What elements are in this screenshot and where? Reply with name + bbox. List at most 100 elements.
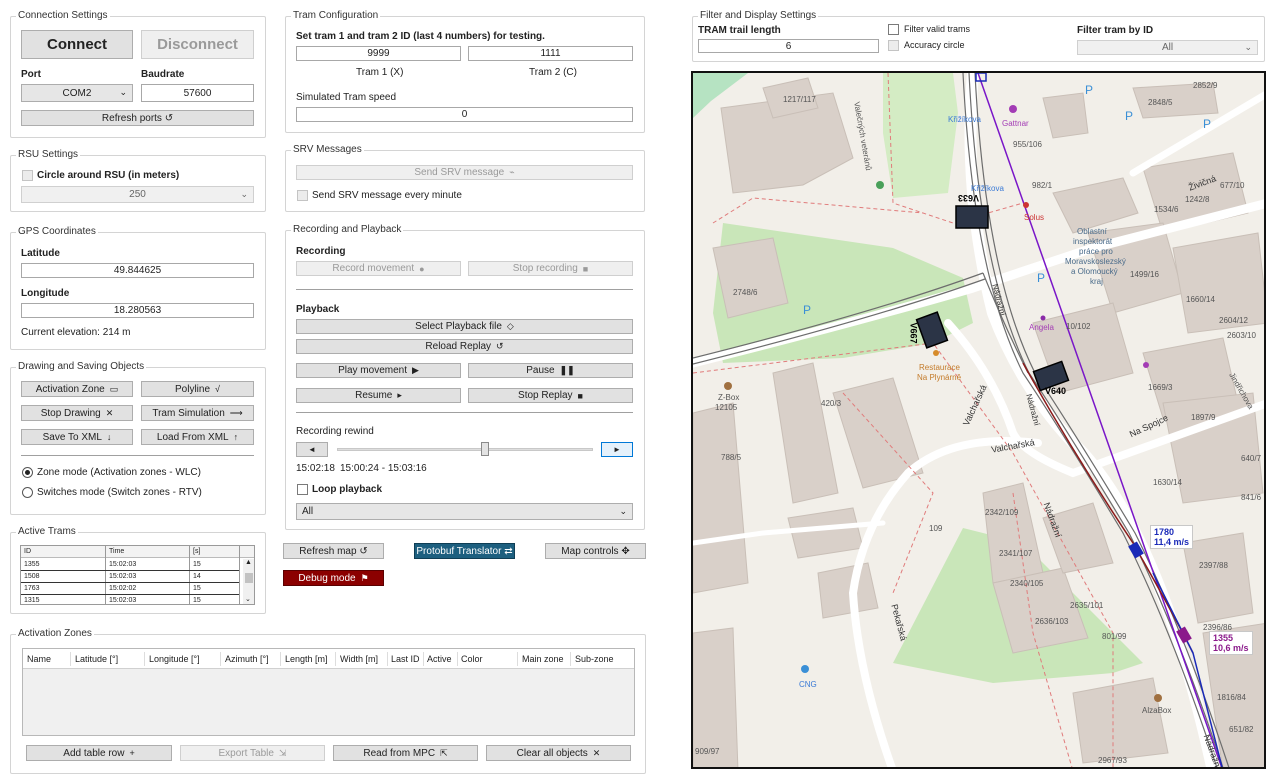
tram-label: V667	[908, 322, 919, 344]
column-header-id[interactable]: ID	[24, 548, 31, 555]
pause-button[interactable]: Pause ❚❚	[468, 363, 633, 378]
add-table-row-button[interactable]: Add table row +	[26, 745, 172, 761]
map-poi-icon	[1023, 202, 1029, 208]
column-header-time[interactable]: Time	[109, 548, 124, 555]
port-select[interactable]: COM2 ⌄	[21, 84, 133, 102]
pause-label: Pause	[526, 365, 555, 376]
tram-info-1780[interactable]: 1780 11,4 m/s	[1150, 525, 1194, 549]
scroll-up-icon[interactable]: ▲	[245, 559, 252, 566]
tram-config-instruction: Set tram 1 and tram 2 ID (last 4 numbers…	[296, 31, 545, 42]
recording-separator	[296, 289, 633, 290]
send-srv-button[interactable]: Send SRV message ⌁	[296, 165, 633, 180]
zone-mode-radio[interactable]	[22, 467, 33, 478]
map-canvas[interactable]	[693, 73, 1266, 769]
column-header-seconds[interactable]: [s]	[193, 548, 200, 555]
export-table-button[interactable]: Export Table ⇲	[180, 745, 325, 761]
reload-replay-button[interactable]: Reload Replay ↺	[296, 339, 633, 354]
column-divider	[280, 652, 281, 666]
trail-length-input[interactable]: 6	[698, 39, 879, 53]
latitude-input[interactable]: 49.844625	[21, 263, 254, 278]
table-row[interactable]: 1508 15:02:03 14	[21, 571, 239, 583]
rsu-circle-checkbox[interactable]	[22, 170, 33, 181]
loop-playback-label: Loop playback	[312, 484, 383, 495]
column-header-length[interactable]: Length [m]	[285, 654, 328, 664]
connect-button[interactable]: Connect	[21, 30, 133, 59]
longitude-input[interactable]: 18.280563	[21, 303, 254, 318]
tram2-id-input[interactable]: 1111	[468, 46, 633, 61]
arrow-down-icon: ↓	[106, 432, 112, 442]
scroll-down-icon[interactable]: ⌄	[245, 595, 251, 603]
filter-tram-id-select[interactable]: All ⌄	[1077, 40, 1258, 55]
activation-zone-button[interactable]: Activation Zone ▭	[21, 381, 133, 397]
column-divider	[570, 652, 571, 666]
rsu-settings-title: RSU Settings	[16, 149, 81, 160]
srv-every-minute-checkbox[interactable]	[297, 190, 308, 201]
gps-coordinates-title: GPS Coordinates	[16, 226, 98, 237]
rewind-forward-button[interactable]: ►	[601, 442, 633, 457]
table-row[interactable]: 1763 15:02:02 15	[21, 583, 239, 595]
tram-1780-speed: 11,4 m/s	[1154, 537, 1190, 547]
stop-square-icon: ■	[582, 263, 589, 274]
time-range-text: 15:00:24 - 15:03:16	[340, 463, 427, 474]
table-scrollbar[interactable]: ▲ ⌄	[243, 559, 254, 604]
record-movement-button[interactable]: Record movement ●	[296, 261, 461, 276]
column-header-width[interactable]: Width [m]	[340, 654, 378, 664]
protobuf-translator-button[interactable]: Protobuf Translator ⇄	[414, 543, 515, 559]
building	[1042, 92, 1089, 139]
baudrate-input[interactable]: 57600	[141, 84, 254, 102]
rewind-slider-thumb[interactable]	[480, 442, 489, 456]
building	[1182, 532, 1254, 624]
table-row[interactable]: 1315 15:02:03 15	[21, 595, 239, 604]
column-header-active[interactable]: Active	[427, 654, 452, 664]
stop-replay-button[interactable]: Stop Replay ■	[468, 388, 633, 403]
refresh-map-button[interactable]: Refresh map ↺	[283, 543, 384, 559]
map-controls-button[interactable]: Map controls ✥	[545, 543, 646, 559]
tram-speed-input[interactable]: 0	[296, 107, 633, 122]
save-xml-button[interactable]: Save To XML ↓	[21, 429, 133, 445]
column-header-last-id[interactable]: Last ID	[391, 654, 420, 664]
resume-icon: ▸	[397, 390, 402, 400]
accuracy-circle-checkbox[interactable]	[888, 40, 899, 51]
column-header-latitude[interactable]: Latitude [°]	[75, 654, 118, 664]
refresh-ports-button[interactable]: Refresh ports ↺	[21, 110, 254, 126]
resume-button[interactable]: Resume ▸	[296, 388, 461, 403]
load-xml-button[interactable]: Load From XML ↑	[141, 429, 254, 445]
column-header-main-zone[interactable]: Main zone	[522, 654, 564, 664]
stop-recording-button[interactable]: Stop recording ■	[468, 261, 633, 276]
active-trams-table[interactable]: ID Time [s] 1355 15:02:03 15 1508 15:02:…	[20, 545, 255, 605]
connection-settings-title: Connection Settings	[16, 10, 110, 21]
loop-playback-checkbox[interactable]	[297, 484, 308, 495]
disconnect-button[interactable]: Disconnect	[141, 30, 254, 59]
map-label: 909/97	[695, 747, 720, 756]
stop-drawing-button[interactable]: Stop Drawing ✕	[21, 405, 133, 421]
tram-info-1355[interactable]: 1355 10,6 m/s	[1209, 631, 1253, 655]
map-view[interactable]: 1217/117 Valečných veteránů Křižíkova Ga…	[691, 71, 1266, 769]
tram-id-cell: 1355	[24, 561, 40, 568]
column-header-sub-zone[interactable]: Sub-zone	[575, 654, 614, 664]
table-row[interactable]: 1355 15:02:03 15	[21, 559, 239, 571]
debug-mode-button[interactable]: Debug mode ⚑	[283, 570, 384, 586]
play-movement-button[interactable]: Play movement ▶	[296, 363, 461, 378]
activation-zones-table[interactable]: Name Latitude [°] Longitude [°] Azimuth …	[22, 648, 635, 736]
map-label: 420/3	[821, 399, 842, 408]
playback-filter-select[interactable]: All ⌄	[296, 503, 633, 520]
select-playback-file-button[interactable]: Select Playback file ◇	[296, 319, 633, 334]
clear-all-objects-button[interactable]: Clear all objects ✕	[486, 745, 631, 761]
stop-replay-label: Stop Replay	[518, 390, 573, 401]
filter-valid-trams-checkbox[interactable]	[888, 24, 899, 35]
polyline-button[interactable]: Polyline √	[141, 381, 254, 397]
rewind-slider-track[interactable]	[337, 448, 593, 451]
scroll-thumb[interactable]	[245, 573, 253, 583]
column-header-name[interactable]: Name	[27, 654, 51, 664]
tram-simulation-button[interactable]: Tram Simulation ⟶	[141, 405, 254, 421]
column-header-azimuth[interactable]: Azimuth [°]	[225, 654, 269, 664]
tram1-id-input[interactable]: 9999	[296, 46, 461, 61]
column-header-longitude[interactable]: Longitude [°]	[149, 654, 200, 664]
read-from-mpc-button[interactable]: Read from MPC ⇱	[333, 745, 478, 761]
switches-mode-radio[interactable]	[22, 487, 33, 498]
rewind-back-button[interactable]: ◄	[296, 442, 328, 457]
tram-id-cell: 1315	[24, 597, 40, 604]
column-header-color[interactable]: Color	[461, 654, 483, 664]
rsu-radius-select[interactable]: 250 ⌄	[21, 186, 254, 203]
map-label: 10/102	[1066, 322, 1091, 331]
